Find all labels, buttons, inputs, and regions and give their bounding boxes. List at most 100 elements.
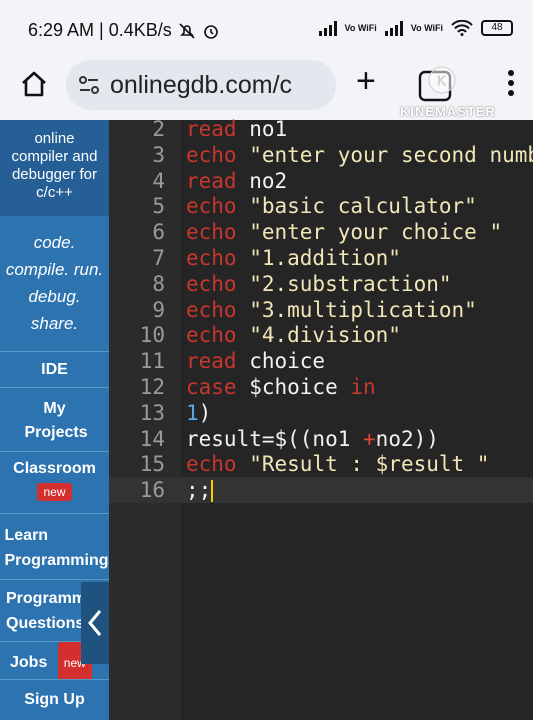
- code-token: echo: [186, 323, 237, 347]
- kinemaster-logo-icon: K: [418, 66, 456, 102]
- code-token: ): [198, 401, 212, 425]
- alarm-icon: [203, 24, 218, 39]
- signal-icon-2: [384, 20, 403, 36]
- code-token: no2)): [375, 427, 439, 451]
- sidebar-item-my-projects[interactable]: My Projects: [0, 388, 109, 452]
- status-bar: 6:29 AM | 0.4KB/s Vo WiFi Vo WiFi 48: [0, 0, 533, 56]
- line-number: 10: [139, 323, 165, 347]
- code-token: case: [186, 375, 237, 399]
- code-line[interactable]: echo "1.addition": [186, 245, 533, 271]
- tagline-line: share.: [30, 314, 79, 333]
- sidebar-title-line: debugger for: [11, 166, 98, 183]
- line-number: 9: [152, 298, 165, 322]
- signal-icon: [318, 20, 337, 36]
- sidebar-item-label: Sign Up: [24, 691, 85, 708]
- line-number: 14: [139, 427, 165, 451]
- tagline-line: debug.: [28, 287, 81, 306]
- code-line[interactable]: read no2: [186, 168, 533, 194]
- line-number: 3: [152, 143, 165, 167]
- code-line[interactable]: echo "Result : $result ": [186, 451, 533, 477]
- code-token: echo: [186, 220, 237, 244]
- site-settings-icon[interactable]: [78, 75, 100, 95]
- sidebar-title-line: online: [34, 130, 75, 147]
- code-token: "basic calculator": [236, 194, 477, 218]
- status-right: Vo WiFi Vo WiFi 48: [318, 20, 513, 36]
- sidebar-item-ide[interactable]: IDE: [0, 352, 109, 388]
- sidebar-title-line: compiler and: [11, 148, 98, 165]
- code-token: +: [363, 427, 376, 451]
- sidebar-tagline: code. compile. run. debug. share.: [0, 216, 109, 352]
- new-tab-button[interactable]: +: [356, 64, 376, 98]
- code-token: result=$((no1: [186, 427, 364, 451]
- code-line[interactable]: echo "enter your choice ": [186, 219, 533, 245]
- code-token: "3.multiplication": [236, 298, 477, 322]
- chevron-left-icon: [88, 610, 102, 636]
- sidebar-item-learn-programming[interactable]: Learn Programming: [0, 514, 109, 580]
- code-line[interactable]: ;;: [186, 477, 533, 503]
- code-token: choice: [236, 349, 326, 373]
- code-token: echo: [186, 452, 237, 476]
- code-token: 1: [186, 401, 199, 425]
- sidebar-item-label: My Projects: [24, 400, 88, 441]
- code-token: $choice: [236, 375, 351, 399]
- text-cursor: [211, 480, 214, 502]
- code-token: no2: [236, 169, 288, 193]
- collapse-sidebar-button[interactable]: [81, 582, 109, 664]
- svg-text:K: K: [437, 73, 446, 88]
- vowifi-label-2: Vo WiFi: [410, 22, 443, 33]
- vowifi-label-1: Vo WiFi: [344, 22, 377, 33]
- url-text: onlinegdb.com/c: [110, 71, 293, 99]
- tagline-line: code.: [33, 233, 76, 252]
- code-token: "1.addition": [236, 246, 401, 270]
- code-line[interactable]: echo "4.division": [186, 322, 533, 348]
- tagline-line: compile. run.: [5, 260, 104, 279]
- line-number: 16: [139, 478, 165, 502]
- more-menu-icon[interactable]: [507, 70, 515, 96]
- code-token: in: [350, 375, 376, 399]
- code-token: echo: [186, 272, 237, 296]
- line-number: 6: [152, 220, 165, 244]
- code-line[interactable]: echo "basic calculator": [186, 193, 533, 219]
- code-token: read: [186, 117, 237, 141]
- code-token: echo: [186, 143, 237, 167]
- address-bar[interactable]: onlinegdb.com/c: [66, 60, 336, 110]
- code-line[interactable]: result=$((no1 +no2)): [186, 426, 533, 452]
- code-token: "enter your choice ": [236, 220, 503, 244]
- browser-toolbar: onlinegdb.com/c + K KINEMASTER: [0, 56, 533, 120]
- code-token: echo: [186, 194, 237, 218]
- sidebar-item-label: Learn Programming: [4, 527, 109, 569]
- line-number: 11: [139, 349, 165, 373]
- new-badge: new: [37, 483, 72, 501]
- code-line[interactable]: read no1: [186, 116, 533, 142]
- line-number: 5: [152, 194, 165, 218]
- code-token: echo: [186, 298, 237, 322]
- code-token: read: [186, 349, 237, 373]
- battery-indicator: 48: [481, 20, 513, 36]
- code-token: ;;: [186, 478, 212, 502]
- sidebar-item-label: Jobs: [10, 654, 48, 671]
- code-token: no1: [236, 117, 288, 141]
- code-token: echo: [186, 246, 237, 270]
- sidebar-item-label: IDE: [41, 361, 68, 378]
- line-number: 13: [139, 401, 165, 425]
- code-line[interactable]: echo "3.multiplication": [186, 297, 533, 323]
- mute-icon: [179, 22, 195, 39]
- sidebar-title-line: c/c++: [36, 184, 73, 201]
- code-line[interactable]: case $choice in: [186, 374, 533, 400]
- code-line[interactable]: 1): [186, 400, 533, 426]
- line-number: 7: [152, 246, 165, 270]
- line-number: 4: [152, 169, 165, 193]
- sidebar-item-classroom[interactable]: Classroom new: [0, 452, 109, 514]
- sidebar-item-label: Classroom: [13, 460, 96, 477]
- code-line[interactable]: read choice: [186, 348, 533, 374]
- sidebar-item-sign-up[interactable]: Sign Up: [0, 680, 109, 720]
- code-line[interactable]: echo "2.substraction": [186, 271, 533, 297]
- code-token: "2.substraction": [236, 272, 452, 296]
- line-number: 2: [152, 117, 165, 141]
- line-number: 8: [152, 272, 165, 296]
- sidebar-title[interactable]: online compiler and debugger for c/c++: [0, 120, 109, 216]
- status-time: 6:29 AM | 0.4KB/s: [28, 20, 172, 40]
- code-line[interactable]: echo "enter your second number": [186, 142, 533, 168]
- code-token: "4.division": [236, 323, 401, 347]
- home-icon[interactable]: [18, 68, 50, 100]
